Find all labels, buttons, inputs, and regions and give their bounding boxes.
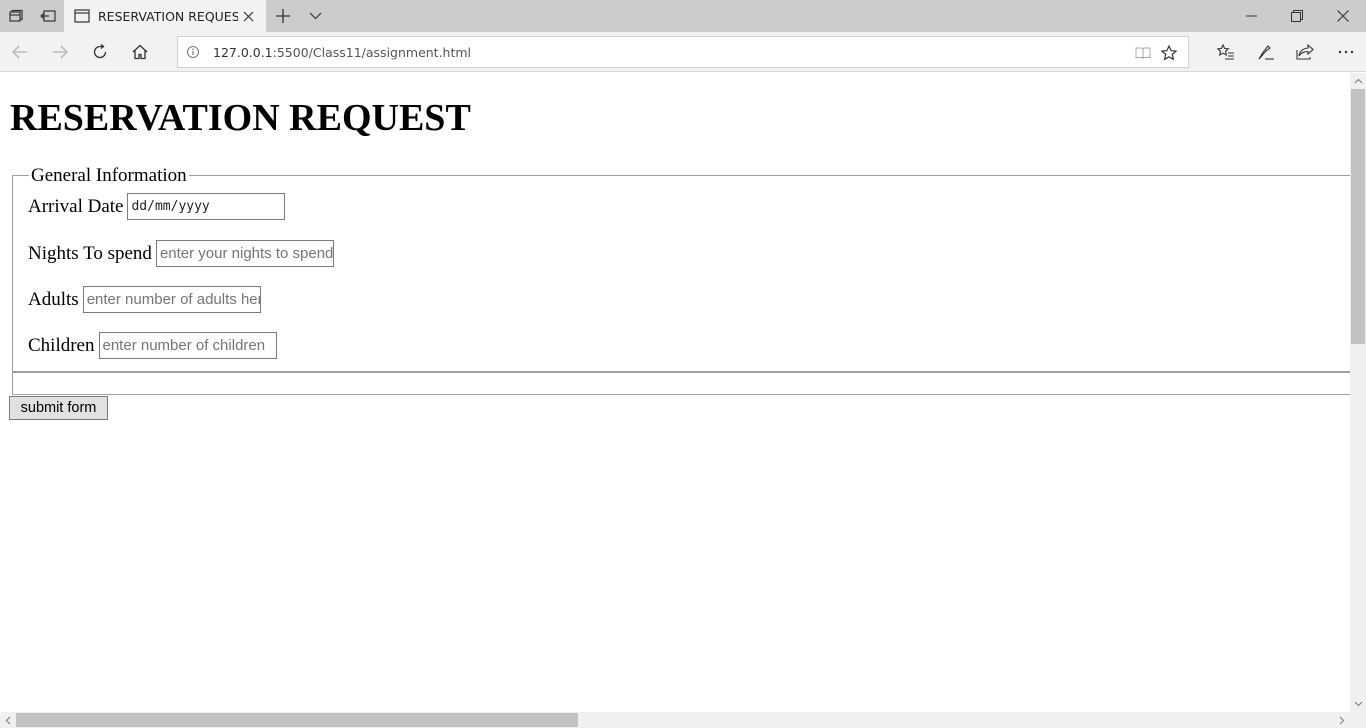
refresh-icon[interactable] bbox=[80, 32, 120, 72]
arrival-date-input[interactable]: dd/mm/yyyy bbox=[127, 193, 286, 220]
navigation-bar: 127.0.0.1:5500/Class11/assignment.html bbox=[0, 32, 1366, 72]
page-title: RESERVATION REQUEST bbox=[10, 97, 471, 139]
fieldset-legend: General Information bbox=[29, 165, 189, 186]
vertical-scroll-thumb[interactable] bbox=[1351, 89, 1365, 344]
page-icon bbox=[74, 8, 90, 24]
scroll-up-icon[interactable] bbox=[1350, 73, 1366, 89]
tab-active[interactable]: RESERVATION REQUEST bbox=[64, 0, 266, 32]
submit-form-button[interactable]: submit form bbox=[9, 396, 108, 420]
scroll-left-icon[interactable] bbox=[0, 712, 16, 728]
address-bar[interactable]: 127.0.0.1:5500/Class11/assignment.html bbox=[177, 36, 1189, 68]
adults-input[interactable]: enter number of adults here bbox=[82, 286, 261, 313]
pen-icon[interactable] bbox=[1246, 32, 1286, 72]
close-window-icon[interactable] bbox=[1320, 0, 1366, 32]
children-label: Children bbox=[28, 334, 95, 356]
info-icon[interactable] bbox=[186, 45, 200, 59]
minimize-icon[interactable] bbox=[1228, 0, 1274, 32]
tab-bar: RESERVATION REQUEST bbox=[0, 0, 1366, 32]
vertical-scrollbar[interactable] bbox=[1350, 73, 1366, 712]
url-path: :5500/Class11/assignment.html bbox=[272, 45, 472, 60]
nights-input[interactable]: enter your nights to spend bbox=[155, 240, 334, 267]
share-icon[interactable] bbox=[1285, 32, 1325, 72]
adults-label: Adults bbox=[28, 288, 79, 310]
restore-icon[interactable] bbox=[1274, 0, 1320, 32]
nights-label: Nights To spend bbox=[28, 242, 152, 264]
tab-title: RESERVATION REQUEST bbox=[98, 8, 238, 24]
favorite-star-icon[interactable] bbox=[1149, 33, 1189, 73]
horizontal-scroll-thumb[interactable] bbox=[16, 713, 578, 727]
forward-icon[interactable] bbox=[40, 32, 80, 72]
tab-preview-icon[interactable] bbox=[0, 0, 32, 32]
page-viewport: RESERVATION REQUEST General Information … bbox=[0, 73, 1350, 712]
favorites-hub-icon[interactable] bbox=[1206, 32, 1246, 72]
adults-row: Adults enter number of adults here bbox=[28, 286, 261, 313]
empty-fieldset bbox=[12, 372, 1350, 395]
more-icon[interactable] bbox=[1326, 32, 1366, 72]
back-icon[interactable] bbox=[0, 32, 40, 72]
home-icon[interactable] bbox=[120, 32, 160, 72]
url-host: 127.0.0.1 bbox=[213, 45, 273, 60]
children-input[interactable]: enter number of children bbox=[98, 332, 277, 359]
close-tab-icon[interactable] bbox=[240, 8, 256, 24]
set-aside-tabs-icon[interactable] bbox=[32, 0, 64, 32]
scroll-down-icon[interactable] bbox=[1350, 696, 1366, 712]
nights-row: Nights To spend enter your nights to spe… bbox=[28, 240, 334, 267]
url-text[interactable]: 127.0.0.1:5500/Class11/assignment.html bbox=[213, 45, 471, 60]
horizontal-scrollbar[interactable] bbox=[0, 712, 1366, 728]
arrival-date-label: Arrival Date bbox=[28, 195, 124, 217]
scroll-right-icon[interactable] bbox=[1334, 712, 1350, 728]
arrival-date-row: Arrival Date dd/mm/yyyy bbox=[28, 193, 286, 220]
new-tab-icon[interactable] bbox=[266, 0, 300, 32]
children-row: Children enter number of children bbox=[28, 332, 277, 359]
tab-list-icon[interactable] bbox=[300, 0, 330, 32]
